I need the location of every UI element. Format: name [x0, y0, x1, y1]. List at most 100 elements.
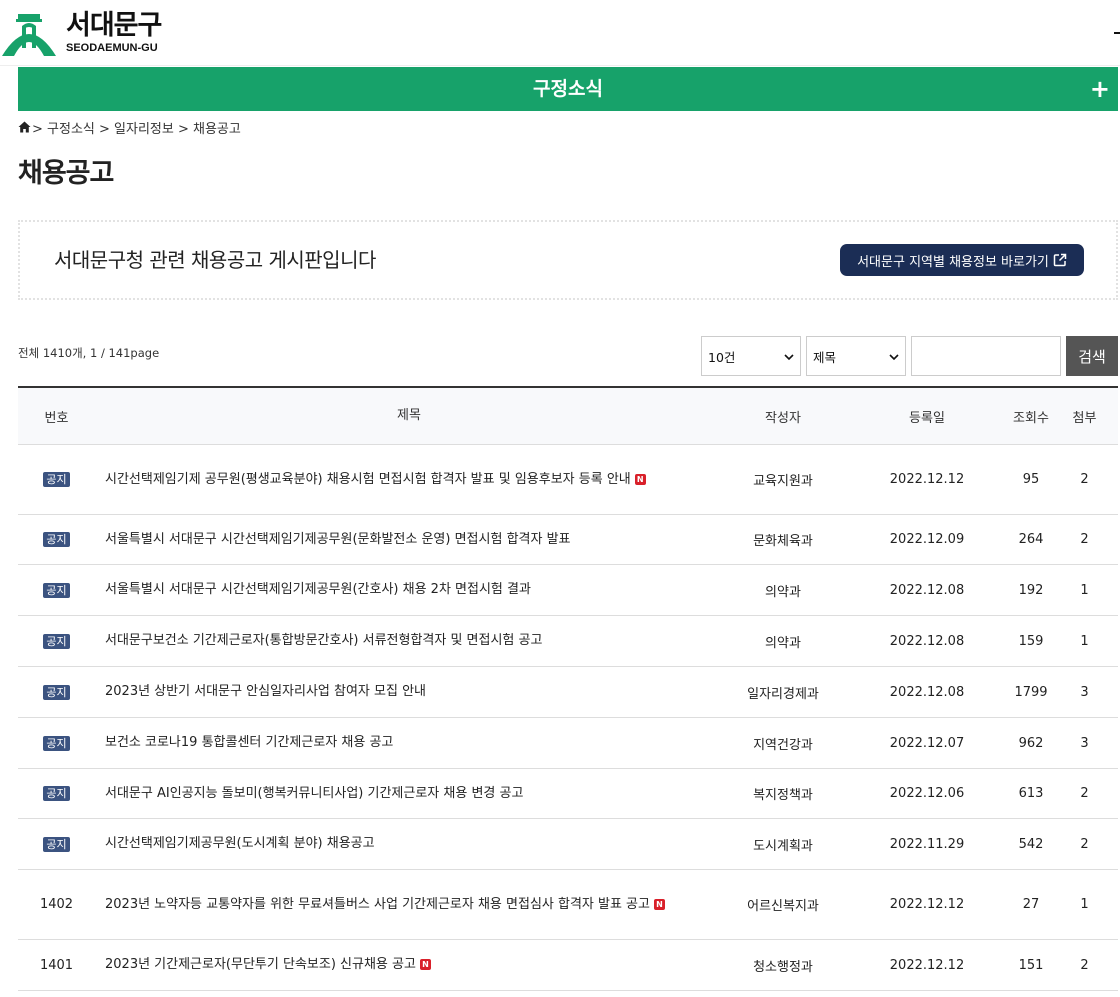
row-title-link[interactable]: 서대문구 AI인공지능 돌보미(행복커뮤니티사업) 기간제근로자 채용 변경 공…: [105, 786, 523, 801]
row-views: 151: [1018, 957, 1044, 973]
table-header-row: 번호 제목 작성자 등록일 조회수 첨부: [18, 388, 1118, 445]
row-author: 청소행정과: [753, 959, 813, 975]
table-row[interactable]: 공지 시간선택제임기제 공무원(평생교육분야) 채용시험 면접시험 합격자 발표 …: [18, 445, 1118, 515]
row-num-cell: 공지: [18, 684, 95, 700]
search-field-value: 제목: [813, 349, 837, 365]
header-author: 작성자: [765, 410, 801, 426]
notice-badge: 공지: [43, 836, 70, 852]
menu-icon[interactable]: [1114, 32, 1120, 34]
row-attach: 2: [1080, 836, 1089, 852]
intro-text: 서대문구청 관련 채용공고 게시판입니다: [54, 248, 376, 272]
row-num-cell: 공지: [18, 786, 95, 801]
row-title-link[interactable]: 서울특별시 서대문구 시간선택제임기제공무원(간호사) 채용 2차 면접시험 결…: [105, 582, 531, 597]
search-button[interactable]: 검색: [1066, 336, 1118, 376]
table-row[interactable]: 공지 시간선택제임기제공무원(도시계획 분야) 채용공고 도시계획과 2022.11.…: [18, 819, 1118, 870]
row-date: 2022.12.09: [889, 532, 965, 547]
row-title-cell: 서울특별시 서대문구 시간선택제임기제공무원(간호사) 채용 2차 면접시험 결…: [95, 580, 723, 600]
row-title-link[interactable]: 시간선택제임기제공무원(도시계획 분야) 채용공고: [105, 836, 375, 851]
notice-badge: 공지: [43, 786, 70, 801]
header-num: 번호: [44, 410, 69, 426]
row-title-link[interactable]: 서대문구보건소 기간제근로자(통합방문간호사) 서류전형합격자 및 면접시험 공…: [105, 633, 542, 648]
row-views: 1799: [1014, 684, 1048, 700]
section-title: 구정소식: [533, 78, 603, 100]
search-input[interactable]: [911, 336, 1061, 376]
header-attach: 첨부: [1072, 410, 1097, 426]
header-views: 조회수: [1013, 410, 1049, 426]
brand-english-name: SEODAEMUN-GU: [66, 41, 158, 54]
row-views: 192: [1018, 582, 1044, 598]
row-title-cell: 서대문구 AI인공지능 돌보미(행복커뮤니티사업) 기간제근로자 채용 변경 공…: [95, 784, 723, 804]
row-title-link[interactable]: 2023년 상반기 서대문구 안심일자리사업 참여자 모집 안내: [105, 684, 426, 699]
per-page-value: 10건: [708, 349, 736, 365]
row-title-link[interactable]: 서울특별시 서대문구 시간선택제임기제공무원(문화발전소 운영) 면접시험 합격…: [105, 532, 571, 547]
row-title-cell: 시간선택제임기제공무원(도시계획 분야) 채용공고: [95, 834, 723, 854]
row-attach: 1: [1080, 633, 1089, 649]
seodaemun-emblem-icon: [2, 14, 56, 56]
table-row[interactable]: 공지 보건소 코로나19 통합콜센터 기간제근로자 채용 공고 지역건강과 2022.…: [18, 718, 1118, 769]
row-num-cell: 공지: [18, 582, 95, 598]
table-row[interactable]: 공지 서울특별시 서대문구 시간선택제임기제공무원(문화발전소 운영) 면접시험 …: [18, 515, 1118, 565]
breadcrumb-path[interactable]: > 구정소식 > 일자리정보 > 채용공고: [32, 118, 241, 137]
row-num-cell: 공지: [18, 472, 95, 487]
chevron-down-icon: [889, 354, 899, 361]
table-row[interactable]: 공지 서대문구 AI인공지능 돌보미(행복커뮤니티사업) 기간제근로자 채용 변경…: [18, 769, 1118, 819]
new-badge-icon: N: [634, 473, 646, 485]
row-views: 542: [1018, 836, 1044, 852]
site-logo[interactable]: 서대문구 SEODAEMUN-GU: [0, 6, 162, 58]
row-date: 2022.12.12: [889, 472, 965, 487]
home-icon[interactable]: [18, 121, 31, 133]
row-attach: 1: [1080, 582, 1089, 598]
table-row[interactable]: 1402 2023년 노약자등 교통약자를 위한 무료셔틀버스 사업 기간제근로자…: [18, 870, 1118, 940]
row-attach: 3: [1080, 684, 1089, 700]
row-date: 2022.11.29: [889, 836, 965, 852]
row-title-link[interactable]: 보건소 코로나19 통합콜센터 기간제근로자 채용 공고: [105, 735, 393, 750]
row-date: 2022.12.12: [889, 897, 965, 912]
notice-badge: 공지: [43, 735, 70, 751]
table-row[interactable]: 1401 2023년 기간제근로자(무단투기 단속보조) 신규채용 공고 N 청소행정…: [18, 940, 1118, 991]
section-expand-plus-icon[interactable]: +: [1090, 67, 1110, 111]
row-date: 2022.12.07: [889, 735, 965, 751]
row-views: 95: [1022, 472, 1040, 487]
new-badge-icon: N: [653, 898, 665, 910]
notice-badge: 공지: [43, 684, 70, 700]
row-author: 복지정책과: [753, 788, 813, 803]
region-jobs-link-label: 서대문구 지역별 채용정보 바로가기: [857, 254, 1049, 270]
row-author: 일자리경제과: [747, 686, 819, 702]
row-author: 의약과: [765, 584, 801, 600]
row-author: 의약과: [765, 635, 801, 651]
page-title: 채용공고: [18, 158, 114, 189]
section-bar[interactable]: 구정소식 +: [18, 67, 1118, 111]
notice-badge: 공지: [43, 633, 70, 649]
table-row[interactable]: 공지 서대문구보건소 기간제근로자(통합방문간호사) 서류전형합격자 및 면접시험…: [18, 616, 1118, 667]
row-attach: 1: [1080, 897, 1089, 912]
row-author: 교육지원과: [753, 474, 813, 489]
notice-badge: 공지: [43, 582, 70, 598]
row-num: 1401: [39, 957, 74, 973]
row-title-cell: 보건소 코로나19 통합콜센터 기간제근로자 채용 공고: [95, 733, 723, 753]
table-row[interactable]: 공지 서울특별시 서대문구 시간선택제임기제공무원(간호사) 채용 2차 면접시험…: [18, 565, 1118, 616]
row-title-cell: 서대문구보건소 기간제근로자(통합방문간호사) 서류전형합격자 및 면접시험 공…: [95, 631, 723, 651]
table-row[interactable]: 공지 2023년 상반기 서대문구 안심일자리사업 참여자 모집 안내 일자리경제과…: [18, 667, 1118, 718]
row-num-cell: 공지: [18, 836, 95, 852]
row-views: 264: [1018, 532, 1044, 547]
search-field-select[interactable]: 제목: [806, 336, 906, 376]
row-title-cell: 2023년 노약자등 교통약자를 위한 무료셔틀버스 사업 기간제근로자 채용 …: [95, 895, 723, 915]
external-link-icon: [1053, 253, 1067, 267]
chevron-down-icon: [784, 354, 794, 361]
row-title-link[interactable]: 2023년 노약자등 교통약자를 위한 무료셔틀버스 사업 기간제근로자 채용 …: [105, 897, 650, 912]
row-num-cell: 공지: [18, 735, 95, 751]
new-badge-icon: N: [419, 959, 431, 970]
breadcrumb: > 구정소식 > 일자리정보 > 채용공고: [18, 118, 241, 137]
row-title-cell: 시간선택제임기제 공무원(평생교육분야) 채용시험 면접시험 합격자 발표 및 …: [95, 470, 723, 490]
row-title-link[interactable]: 2023년 기간제근로자(무단투기 단속보조) 신규채용 공고: [105, 957, 416, 972]
row-attach: 3: [1080, 735, 1089, 751]
brand-name: 서대문구: [66, 9, 162, 41]
row-title-cell: 2023년 기간제근로자(무단투기 단속보조) 신규채용 공고 N: [95, 955, 723, 975]
row-num: 1402: [39, 897, 74, 912]
per-page-select[interactable]: 10건: [701, 336, 801, 376]
row-title-cell: 2023년 상반기 서대문구 안심일자리사업 참여자 모집 안내: [95, 682, 723, 702]
row-date: 2022.12.08: [889, 684, 965, 700]
region-jobs-link-button[interactable]: 서대문구 지역별 채용정보 바로가기: [840, 244, 1084, 276]
row-title-link[interactable]: 시간선택제임기제 공무원(평생교육분야) 채용시험 면접시험 합격자 발표 및 …: [105, 472, 631, 487]
row-author: 문화체육과: [753, 534, 813, 549]
